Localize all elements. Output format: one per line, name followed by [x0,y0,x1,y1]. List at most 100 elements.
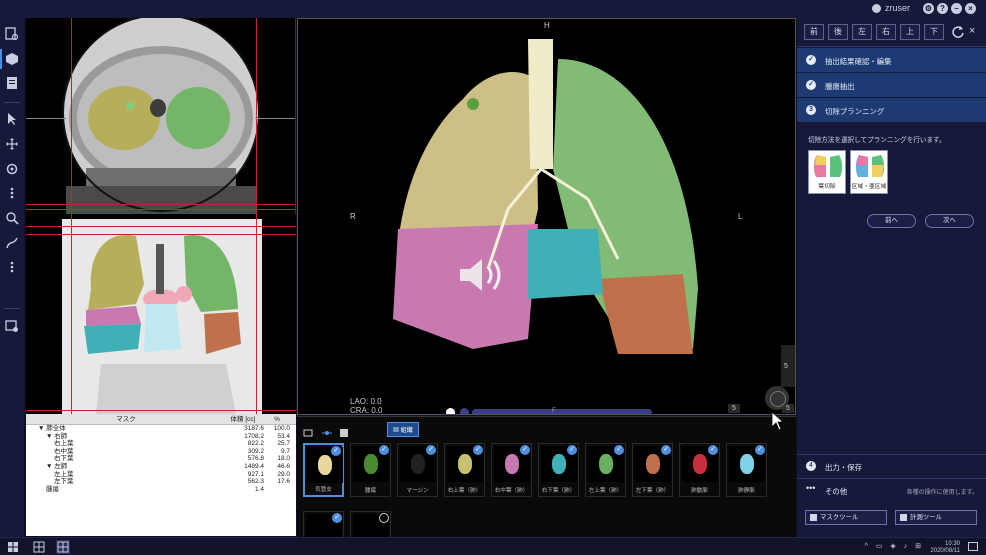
mask-thumbnail[interactable]: ✓ 右下葉（肺） [538,443,579,497]
crosshair-vertical[interactable] [256,214,257,414]
table-row[interactable]: ▼ 肺全体 3187.6 100.0 [26,425,296,433]
rotate-icon[interactable] [5,162,19,176]
panel-close-icon[interactable]: × [969,25,975,37]
visibility-check-icon[interactable] [379,513,389,523]
notification-icon[interactable] [968,542,978,551]
mask-thumbnail[interactable]: ✓ 腫瘍 [350,443,391,497]
mask-thumbnail[interactable]: ✓ 右中葉（肺） [491,443,532,497]
visibility-check-icon[interactable]: ✓ [755,445,765,455]
image-icon[interactable] [339,425,349,437]
view-direction-button[interactable]: 下 [924,24,944,40]
view-direction-button[interactable]: 前 [804,24,824,40]
thumbnail-label: 右中葉（肺） [494,488,529,494]
mask-tool-button[interactable]: マスクツール [805,510,887,525]
3d-volume-view[interactable]: H R L LAO: 0.0 CRA: 0.0 F 5 5 5 [297,18,796,415]
other-row[interactable]: ••• その他 各種の操作に使用します。 [797,479,986,501]
pointer-icon[interactable] [5,112,19,126]
right-scroll-panel[interactable]: 5 [781,345,795,387]
thumbnail-label: 左下葉（肺） [635,488,670,494]
mask-thumbnail[interactable]: ✓ 気管支 [303,443,344,497]
crosshair-horizontal[interactable] [26,226,296,227]
segmentectomy-button[interactable]: 区域・亜区域 [850,150,888,194]
crosshair-horizontal[interactable] [26,204,295,205]
visibility-check-icon[interactable]: ✓ [426,445,436,455]
thumbnail-label: 気管支 [315,487,332,493]
slider-track[interactable] [472,409,652,414]
view-direction-button[interactable]: 後 [828,24,848,40]
slider-handle[interactable] [460,408,469,414]
slice-slider[interactable]: F [446,408,652,414]
rotation-dial[interactable] [765,386,789,410]
system-tray-icons[interactable]: ^ ▭ ◈ ♪ ⊞ [865,542,924,550]
visibility-check-icon[interactable]: ✓ [331,446,341,456]
slider-handle-active[interactable] [446,408,455,414]
crosshair-vertical[interactable] [71,18,72,214]
curve-icon[interactable] [5,236,19,250]
view-direction-button[interactable]: 右 [876,24,896,40]
cube-icon[interactable] [0,49,19,69]
view-direction-button[interactable]: 左 [852,24,872,40]
visibility-check-icon[interactable]: ✓ [379,445,389,455]
coronal-view[interactable] [26,214,296,414]
mask-thumbnail[interactable]: ✓ 左下葉（肺） [632,443,673,497]
tissue-tab-button[interactable]: ▦ 組織 [387,422,419,437]
visibility-check-icon[interactable]: ✓ [473,445,483,455]
orientation-head-label: H [544,21,550,30]
window-level-icon[interactable] [5,186,19,200]
table-row[interactable]: 左下葉 562.3 17.6 [26,478,296,486]
layout-settings-icon[interactable] [5,319,19,333]
visibility-check-icon[interactable]: ✓ [332,513,342,523]
close-icon[interactable]: × [965,3,976,14]
step-tumor-extraction[interactable]: ✓ 腫瘍抽出 [797,73,986,97]
visibility-check-icon[interactable]: ✓ [708,445,718,455]
next-button[interactable]: 次へ [925,214,974,228]
table-row[interactable]: 右上葉 822.2 25.7 [26,440,296,448]
step-resection-planning[interactable]: 3 切除プランニング [797,98,986,122]
more-icon[interactable] [5,260,19,274]
crosshair-vertical[interactable] [71,214,72,414]
gear-icon[interactable]: ⚙ [923,3,934,14]
mask-thumbnail[interactable]: ✓ マージン [397,443,438,497]
minimize-icon[interactable]: – [951,3,962,14]
mask-thumbnail[interactable]: ✓ 左上葉（肺） [585,443,626,497]
app-taskbar-icon[interactable] [32,540,46,554]
step-extraction-review[interactable]: ✓ 抽出結果確認・編集 [797,48,986,72]
mask-thumbnail[interactable]: ✓ 右上葉（肺） [444,443,485,497]
refresh-icon[interactable] [951,25,965,39]
app-taskbar-icon-active[interactable] [56,540,70,554]
help-icon[interactable]: ? [937,3,948,14]
mask-thumbnail[interactable]: ✓ 肺静脈 [726,443,767,497]
patient-search-icon[interactable] [5,27,19,41]
axial-view[interactable]: R L [26,18,296,214]
visibility-check-icon[interactable]: ✓ [520,445,530,455]
table-row[interactable]: 右下葉 576.8 18.0 [26,455,296,463]
user-menu[interactable]: zruser [871,3,910,13]
crosshair-horizontal[interactable] [26,209,295,210]
report-icon[interactable] [5,76,19,90]
view-direction-button[interactable]: 上 [900,24,920,40]
zoom-icon[interactable] [5,211,19,225]
visibility-check-icon[interactable]: ✓ [661,445,671,455]
visibility-check-icon[interactable]: ✓ [614,445,624,455]
table-row[interactable]: 腫瘍 1.4 [26,486,296,494]
table-row[interactable]: ▼ 左肺 1489.4 46.6 [26,463,296,471]
crosshair-horizontal[interactable] [26,410,296,411]
windows-start-icon[interactable] [6,540,20,554]
slider-icon[interactable] [321,425,332,435]
mask-tool-label: マスクツール [820,514,859,521]
lobectomy-button[interactable]: 葉切除 [808,150,846,194]
speaker-icon [458,255,508,295]
lao-value: LAO: 0.0 [350,397,382,406]
mask-thumbnail[interactable]: ✓ 肺動脈 [679,443,720,497]
pan-icon[interactable] [5,137,19,151]
axis-line [26,118,66,119]
list-icon[interactable] [303,425,313,436]
prev-button[interactable]: 前へ [867,214,916,228]
output-save-row[interactable]: 4 出力・保存 [797,455,986,477]
mask-percent: 100.0 [273,425,290,432]
visibility-check-icon[interactable]: ✓ [567,445,577,455]
system-clock[interactable]: 10:30 2020/08/11 [930,541,960,554]
crosshair-horizontal[interactable] [26,234,296,235]
mask-volume: 309.2 [247,447,264,455]
measure-tool-button[interactable]: 計測ツール [895,510,977,525]
